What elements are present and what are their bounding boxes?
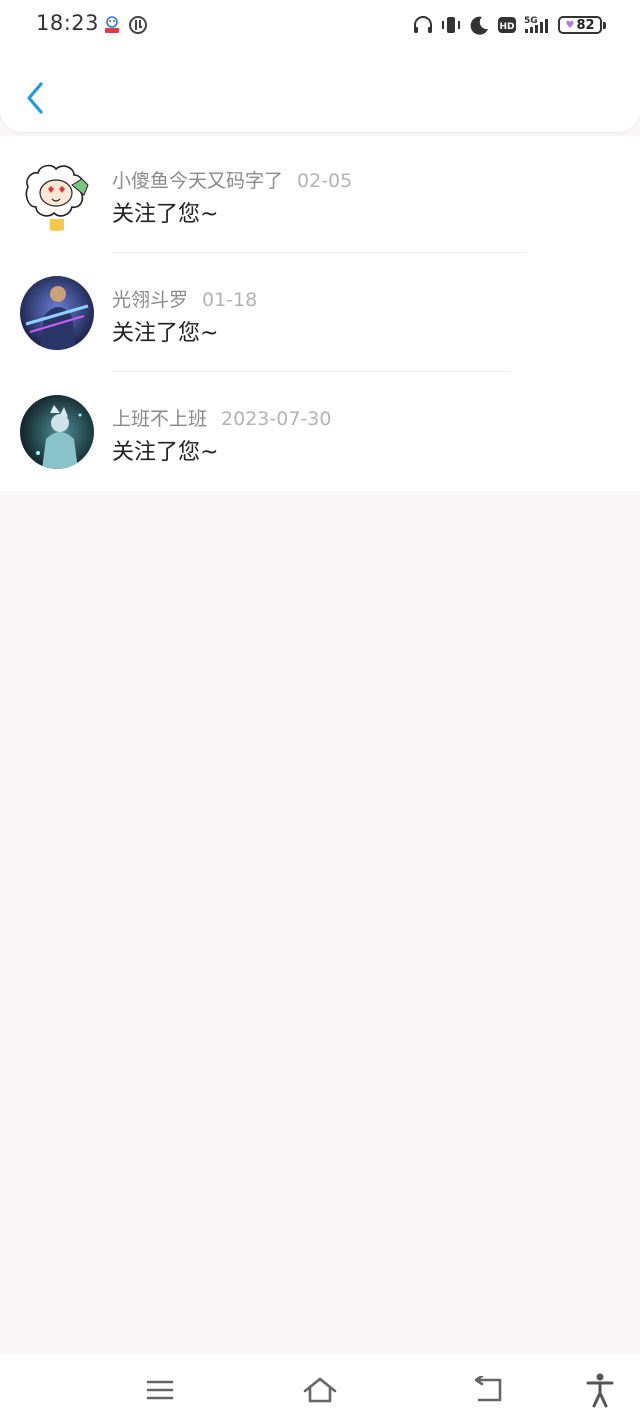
status-bar: 18:23 HD 5G ♥ 82: [0, 0, 640, 50]
system-nav-bar: [0, 1354, 640, 1428]
back-icon: [474, 1376, 502, 1402]
app-icon: [103, 15, 121, 35]
avatar-image: [20, 157, 94, 231]
username[interactable]: 光翎斗罗: [112, 289, 188, 311]
accessibility-icon: [586, 1373, 614, 1408]
hd-icon: HD: [498, 17, 516, 33]
list-item[interactable]: 光翎斗罗 01-18 关注了您~: [0, 255, 640, 374]
chevron-left-icon: [27, 82, 43, 114]
date: 2023-07-30: [221, 408, 332, 430]
avatar[interactable]: [20, 157, 94, 231]
vibrate-icon: [442, 17, 460, 33]
avatar-image: [20, 395, 94, 469]
headphones-icon: [414, 16, 432, 33]
username[interactable]: 上班不上班: [112, 408, 207, 430]
avatar-image: [20, 276, 94, 350]
item-meta: 光翎斗罗 01-18: [112, 285, 257, 312]
menu-icon: [146, 1380, 174, 1400]
accessibility-button[interactable]: [580, 1372, 620, 1408]
notification-list: 小傻鱼今天又码字了 02-05 关注了您~ 光翎斗罗 01-18 关注了您~ 上…: [0, 136, 640, 491]
moon-icon: [470, 16, 488, 35]
message-text: 关注了您~: [112, 202, 219, 227]
list-item[interactable]: 小傻鱼今天又码字了 02-05 关注了您~: [0, 136, 640, 255]
date: 01-18: [202, 289, 258, 311]
message-text: 关注了您~: [112, 440, 219, 465]
back-nav-button[interactable]: [468, 1372, 508, 1408]
header: 18:23 HD 5G ♥ 82: [0, 0, 640, 132]
status-icons: HD 5G ♥ 82: [412, 13, 606, 37]
divider: [112, 371, 510, 372]
menu-button[interactable]: [140, 1372, 180, 1408]
status-time: 18:23: [36, 11, 100, 35]
date: 02-05: [297, 170, 353, 192]
list-item[interactable]: 上班不上班 2023-07-30 关注了您~: [0, 374, 640, 493]
home-button[interactable]: [300, 1372, 340, 1408]
username[interactable]: 小傻鱼今天又码字了: [112, 170, 283, 192]
svg-text:HD: HD: [499, 22, 514, 32]
avatar[interactable]: [20, 276, 94, 350]
battery-level: 82: [576, 17, 595, 33]
back-button[interactable]: [20, 78, 50, 118]
divider: [112, 252, 526, 253]
battery-icon: ♥ 82: [558, 16, 606, 34]
avatar[interactable]: [20, 395, 94, 469]
svg-text:5G: 5G: [524, 16, 538, 26]
home-icon: [303, 1377, 337, 1403]
app-icon-2: [128, 15, 148, 35]
item-meta: 上班不上班 2023-07-30: [112, 404, 331, 431]
item-meta: 小傻鱼今天又码字了 02-05: [112, 166, 352, 193]
signal-5g-icon: 5G: [524, 16, 548, 33]
message-text: 关注了您~: [112, 321, 219, 346]
